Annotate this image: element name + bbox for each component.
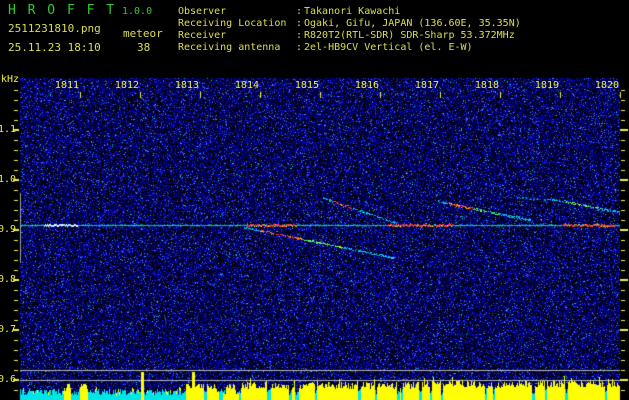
station-info-row: Receiver: R820T2(RTL-SDR) SDR-Sharp 53.37…	[178, 30, 515, 41]
mode-label: meteor	[123, 27, 163, 40]
station-info-value: 2el-HB9CV Vertical (el. E-W)	[304, 42, 473, 53]
app-version: 1.0.0	[122, 6, 153, 17]
station-info-separator: :	[296, 42, 303, 53]
y-tick-label-0.6: 0.6	[0, 374, 17, 385]
meteor-count: 38	[137, 41, 151, 54]
hrofft-output: H R O F F T 1.0.0 2511231810.png meteor …	[0, 0, 629, 400]
app-title: H R O F F T	[8, 3, 117, 18]
y-tick-label-0.7: 0.7	[0, 324, 17, 335]
y-tick-label-0.8: 0.8	[0, 274, 17, 285]
y-tick-label-1.1: 1.1	[0, 124, 17, 135]
y-tick-label-0.9: 0.9	[0, 224, 17, 235]
frequency-unit-label: kHz	[1, 74, 20, 85]
station-info-separator: :	[296, 30, 303, 41]
x-tick-label-1815: 1815	[294, 80, 319, 91]
x-tick-label-1812: 1812	[114, 80, 139, 91]
station-info-separator: :	[296, 6, 303, 17]
x-tick-label-1813: 1813	[174, 80, 199, 91]
station-info-value: Takanori Kawachi	[304, 6, 401, 17]
x-tick-label-1818: 1818	[474, 80, 499, 91]
x-tick-label-1819: 1819	[534, 80, 559, 91]
station-info-row: Receiving Location: Ogaki, Gifu, JAPAN (1…	[178, 18, 521, 29]
x-tick-label-1820: 1820	[594, 80, 619, 91]
x-tick-label-1816: 1816	[354, 80, 379, 91]
station-info-label: Receiver	[178, 30, 227, 41]
station-info-row: Observer: Takanori Kawachi	[178, 6, 400, 17]
station-info-separator: :	[296, 18, 303, 29]
station-info-label: Observer	[178, 6, 227, 17]
y-tick-label-1.0: 1.0	[0, 174, 17, 185]
x-tick-label-1817: 1817	[414, 80, 439, 91]
station-info-row: Receiving antenna:2el-HB9CV Vertical (el…	[178, 42, 473, 53]
station-info-label: Receiving Location	[178, 18, 287, 29]
station-info-value: Ogaki, Gifu, JAPAN (136.60E, 35.35N)	[304, 18, 521, 29]
x-tick-label-1811: 1811	[54, 80, 79, 91]
output-filename: 2511231810.png	[8, 22, 101, 35]
timestamp: 25.11.23 18:10	[8, 41, 101, 54]
spectrogram-canvas	[0, 0, 629, 400]
x-tick-label-1814: 1814	[234, 80, 259, 91]
station-info-label: Receiving antenna	[178, 42, 281, 53]
station-info-value: R820T2(RTL-SDR) SDR-Sharp 53.372MHz	[304, 30, 515, 41]
